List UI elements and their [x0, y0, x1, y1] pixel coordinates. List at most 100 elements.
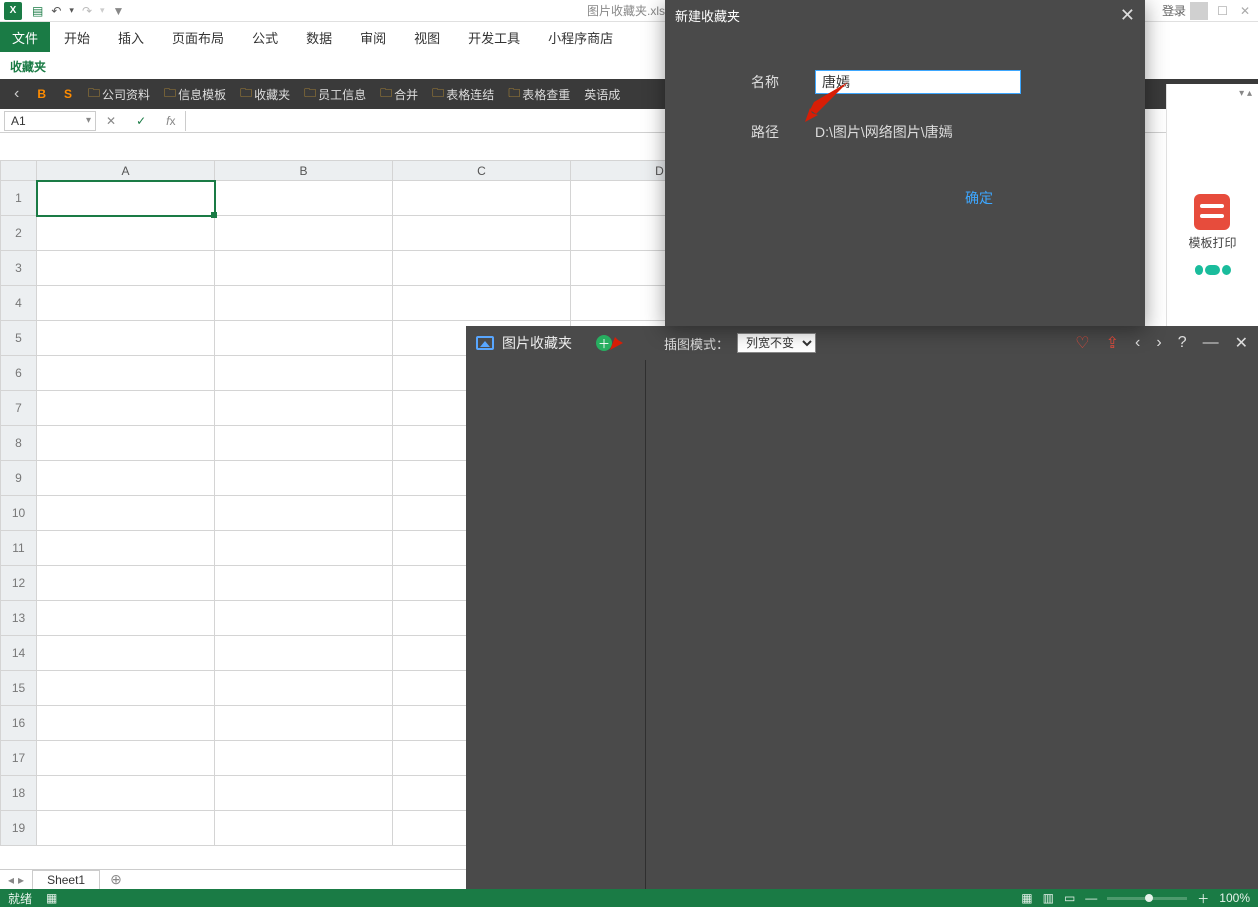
cancel-edit-icon[interactable]: ✕ [96, 114, 126, 128]
row-3[interactable]: 3 [1, 251, 37, 286]
menu-review[interactable]: 审阅 [346, 22, 400, 52]
cell[interactable] [215, 251, 393, 286]
row-15[interactable]: 15 [1, 671, 37, 706]
cell[interactable] [215, 216, 393, 251]
fav-template[interactable]: 🗀信息模板 [160, 84, 230, 105]
dialog-close-icon[interactable]: ✕ [1120, 5, 1135, 26]
col-A[interactable]: A [37, 161, 215, 181]
zoom-slider[interactable] [1107, 897, 1187, 900]
cell[interactable] [37, 426, 215, 461]
cell[interactable] [37, 741, 215, 776]
cell[interactable] [37, 636, 215, 671]
menu-formula[interactable]: 公式 [238, 22, 292, 52]
zoom-out-icon[interactable]: — [1085, 891, 1097, 905]
fav-favorites[interactable]: 🗀收藏夹 [236, 84, 294, 105]
menu-insert[interactable]: 插入 [104, 22, 158, 52]
row-2[interactable]: 2 [1, 216, 37, 251]
row-12[interactable]: 12 [1, 566, 37, 601]
cell[interactable] [37, 216, 215, 251]
cell[interactable] [37, 566, 215, 601]
cell[interactable] [37, 461, 215, 496]
col-B[interactable]: B [215, 161, 393, 181]
add-sheet-icon[interactable]: ⊕ [100, 871, 132, 888]
cell[interactable] [37, 286, 215, 321]
cell[interactable] [37, 496, 215, 531]
tab-nav-first-icon[interactable]: ◂ [8, 873, 14, 887]
cell[interactable] [215, 181, 393, 216]
tab-nav-last-icon[interactable]: ▸ [18, 873, 24, 887]
view-pagebreak-icon[interactable]: ▭ [1064, 891, 1075, 905]
row-7[interactable]: 7 [1, 391, 37, 426]
row-10[interactable]: 10 [1, 496, 37, 531]
view-layout-icon[interactable]: ▥ [1043, 891, 1054, 905]
cell[interactable] [215, 391, 393, 426]
row-9[interactable]: 9 [1, 461, 37, 496]
zoom-in-icon[interactable]: ＋ [1197, 890, 1209, 907]
col-C[interactable]: C [393, 161, 571, 181]
cell[interactable] [37, 671, 215, 706]
cell[interactable] [37, 251, 215, 286]
cell[interactable] [37, 531, 215, 566]
cell[interactable] [215, 286, 393, 321]
row-11[interactable]: 11 [1, 531, 37, 566]
fav-dup[interactable]: 🗀表格查重 [504, 84, 574, 105]
row-4[interactable]: 4 [1, 286, 37, 321]
cell[interactable] [393, 286, 571, 321]
cell[interactable] [393, 251, 571, 286]
cell[interactable] [215, 601, 393, 636]
menu-home[interactable]: 开始 [50, 22, 104, 52]
cell[interactable] [215, 426, 393, 461]
panel-back-icon[interactable]: ‹ [1135, 334, 1140, 352]
cell[interactable] [37, 321, 215, 356]
insert-mode-select[interactable]: 列宽不变 [737, 333, 816, 353]
cell[interactable] [37, 811, 215, 846]
menu-view[interactable]: 视图 [400, 22, 454, 52]
fav-company[interactable]: 🗀公司资料 [84, 84, 154, 105]
redo-dropdown-icon[interactable]: ▾ [100, 5, 105, 16]
menu-dev[interactable]: 开发工具 [454, 22, 534, 52]
qat-customize-icon[interactable]: ▼ [113, 4, 125, 18]
save-icon[interactable]: ▤ [32, 4, 43, 18]
select-all-corner[interactable] [1, 161, 37, 181]
panel-forward-icon[interactable]: › [1156, 334, 1161, 352]
cell[interactable] [215, 636, 393, 671]
cell[interactable] [37, 391, 215, 426]
cell[interactable] [215, 706, 393, 741]
fav-merge[interactable]: 🗀合并 [376, 84, 422, 105]
cell[interactable] [393, 216, 571, 251]
cell[interactable] [215, 461, 393, 496]
fav-letter-b[interactable]: B [31, 87, 52, 101]
cell[interactable] [215, 776, 393, 811]
row-5[interactable]: 5 [1, 321, 37, 356]
cell[interactable] [215, 356, 393, 391]
login-area[interactable]: 登录 [1162, 2, 1208, 20]
row-1[interactable]: 1 [1, 181, 37, 216]
maximize-icon[interactable]: ☐ [1217, 4, 1228, 18]
cell[interactable] [215, 531, 393, 566]
fx-icon[interactable]: fx [156, 114, 185, 128]
export-icon[interactable]: ⇪ [1106, 333, 1119, 353]
cell[interactable] [37, 706, 215, 741]
cell[interactable] [215, 741, 393, 776]
undo-icon[interactable]: ↶ [51, 4, 61, 18]
panel-collapse-icon[interactable]: ▾ ▴ [1239, 88, 1252, 99]
row-14[interactable]: 14 [1, 636, 37, 671]
cell[interactable] [37, 356, 215, 391]
fav-link[interactable]: 🗀表格连结 [428, 84, 498, 105]
template-print-button[interactable]: 模板打印 [1188, 194, 1236, 251]
panel-close-icon[interactable]: ✕ [1235, 333, 1248, 353]
menu-store[interactable]: 小程序商店 [534, 22, 627, 52]
panel-tool-2[interactable] [1195, 265, 1231, 285]
cell[interactable] [37, 776, 215, 811]
row-16[interactable]: 16 [1, 706, 37, 741]
undo-dropdown-icon[interactable]: ▾ [69, 5, 74, 16]
row-17[interactable]: 17 [1, 741, 37, 776]
row-18[interactable]: 18 [1, 776, 37, 811]
menu-data[interactable]: 数据 [292, 22, 346, 52]
ok-button[interactable]: 确定 [965, 188, 993, 208]
row-8[interactable]: 8 [1, 426, 37, 461]
fav-staff[interactable]: 🗀员工信息 [300, 84, 370, 105]
cell[interactable] [215, 321, 393, 356]
row-6[interactable]: 6 [1, 356, 37, 391]
add-folder-button[interactable]: ＋ [596, 335, 612, 351]
